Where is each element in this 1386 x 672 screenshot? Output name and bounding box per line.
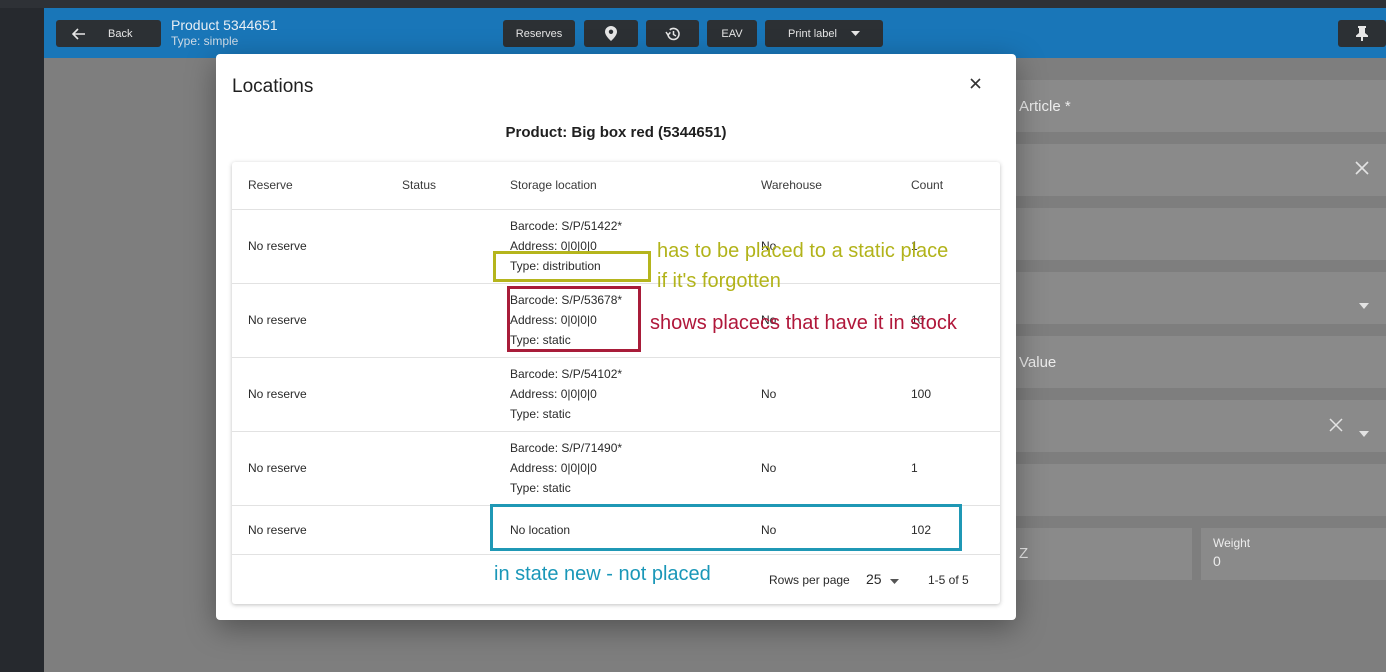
bg-field-3[interactable] [1014,208,1386,260]
warehouse-cell: No [745,357,895,432]
close-x-icon[interactable] [1354,160,1370,180]
pin-button[interactable] [1338,20,1386,47]
location-type: Type: static [510,407,571,421]
value-label: Value [1019,354,1057,371]
clear-icon[interactable] [1329,418,1343,436]
count-cell: 100 [895,357,1000,432]
bg-field-7[interactable] [1014,464,1386,516]
bg-field-6[interactable] [1014,400,1386,452]
status-cell [386,209,494,284]
annotation-box-static [507,286,641,352]
location-button[interactable] [584,20,638,47]
barcode: Barcode: S/P/54102* [510,367,623,381]
rows-per-page-select[interactable]: 25 [866,571,899,587]
col-header-count[interactable]: Count [895,162,1000,210]
caret-down-icon [850,31,860,36]
reserves-label: Reserves [515,27,563,40]
history-icon [664,27,681,41]
storage-location-cell: Barcode: S/P/71490* Address: 0|0|0|0 Typ… [494,431,745,506]
weight-value: 0 [1213,553,1221,569]
annotation-note-line: has to be placed to a static place [657,240,949,262]
reserve-cell: No reserve [232,357,386,432]
pin-icon [1356,26,1368,41]
status-cell [386,357,494,432]
z-field[interactable]: Z [1014,528,1192,580]
annotation-note-static: shows placecs that have it in stock [650,312,957,334]
address: Address: 0|0|0|0 [510,387,597,401]
annotation-note-distribution: has to be placed to a static place if it… [657,236,948,296]
article-label: Article * [1019,98,1071,115]
locations-table: Reserve Status Storage location Warehous… [232,162,1000,555]
caret-down-icon [1359,424,1369,441]
address: Address: 0|0|0|0 [510,461,597,475]
warehouse-cell: No [745,431,895,506]
product-title: Product 5344651 [171,17,278,33]
left-rail [0,8,44,672]
barcode: Barcode: S/P/51422* [510,219,623,233]
annotation-note-no-location: in state new - not placed [494,563,711,585]
weight-field[interactable]: Weight 0 [1201,528,1386,580]
barcode: Barcode: S/P/71490* [510,441,623,455]
eav-button[interactable]: EAV [707,20,757,47]
status-cell [386,431,494,506]
print-label-button[interactable]: Print label [765,20,883,47]
print-label-text: Print label [788,27,837,40]
status-cell [386,505,494,555]
article-field[interactable]: Article * [1014,80,1386,132]
rows-per-page-value: 25 [866,571,882,587]
reserve-cell: No reserve [232,505,386,555]
close-icon [969,76,981,94]
top-strip [0,0,1386,8]
location-pin-icon [605,26,617,41]
caret-down-icon [1359,296,1369,313]
table-row[interactable]: No reserve Barcode: S/P/71490* Address: … [232,431,1000,506]
arrow-left-icon [72,27,86,40]
col-header-storage-location[interactable]: Storage location [494,162,745,210]
reserve-cell: No reserve [232,209,386,284]
value-field[interactable]: Value [1014,336,1386,388]
app-bar: Back Product 5344651 Type: simple Reserv… [44,8,1386,58]
weight-label: Weight [1213,536,1251,550]
count-cell: 1 [895,431,1000,506]
pagination-range: 1-5 of 5 [928,573,969,587]
table-row[interactable]: No reserve Barcode: S/P/54102* Address: … [232,357,1000,432]
reserve-cell: No reserve [232,431,386,506]
annotation-box-distribution [493,251,651,282]
dialog-title: Locations [232,76,314,97]
product-line: Product: Big box red (5344651) [505,124,727,141]
storage-location-cell: Barcode: S/P/54102* Address: 0|0|0|0 Typ… [494,357,745,432]
rows-per-page-label: Rows per page [769,573,850,587]
back-label: Back [108,27,133,40]
back-button[interactable]: Back [56,20,161,47]
bg-field-2[interactable] [1014,144,1386,196]
close-button[interactable] [964,74,986,96]
status-cell [386,283,494,358]
history-button[interactable] [646,20,699,47]
reserves-button[interactable]: Reserves [503,20,575,47]
col-header-reserve[interactable]: Reserve [232,162,386,210]
product-type: Type: simple [171,34,239,48]
product-header: Product 5344651 Type: simple [171,17,278,48]
reserve-cell: No reserve [232,283,386,358]
annotation-note-line: if it's forgotten [657,270,781,292]
bg-field-4[interactable] [1014,272,1386,324]
z-label: Z [1019,545,1029,562]
eav-label: EAV [721,27,743,40]
annotation-box-no-location [490,504,962,551]
col-header-status[interactable]: Status [386,162,494,210]
caret-down-icon [889,571,899,587]
col-header-warehouse[interactable]: Warehouse [745,162,895,210]
table-header-row: Reserve Status Storage location Warehous… [232,162,1000,210]
location-type: Type: static [510,481,571,495]
